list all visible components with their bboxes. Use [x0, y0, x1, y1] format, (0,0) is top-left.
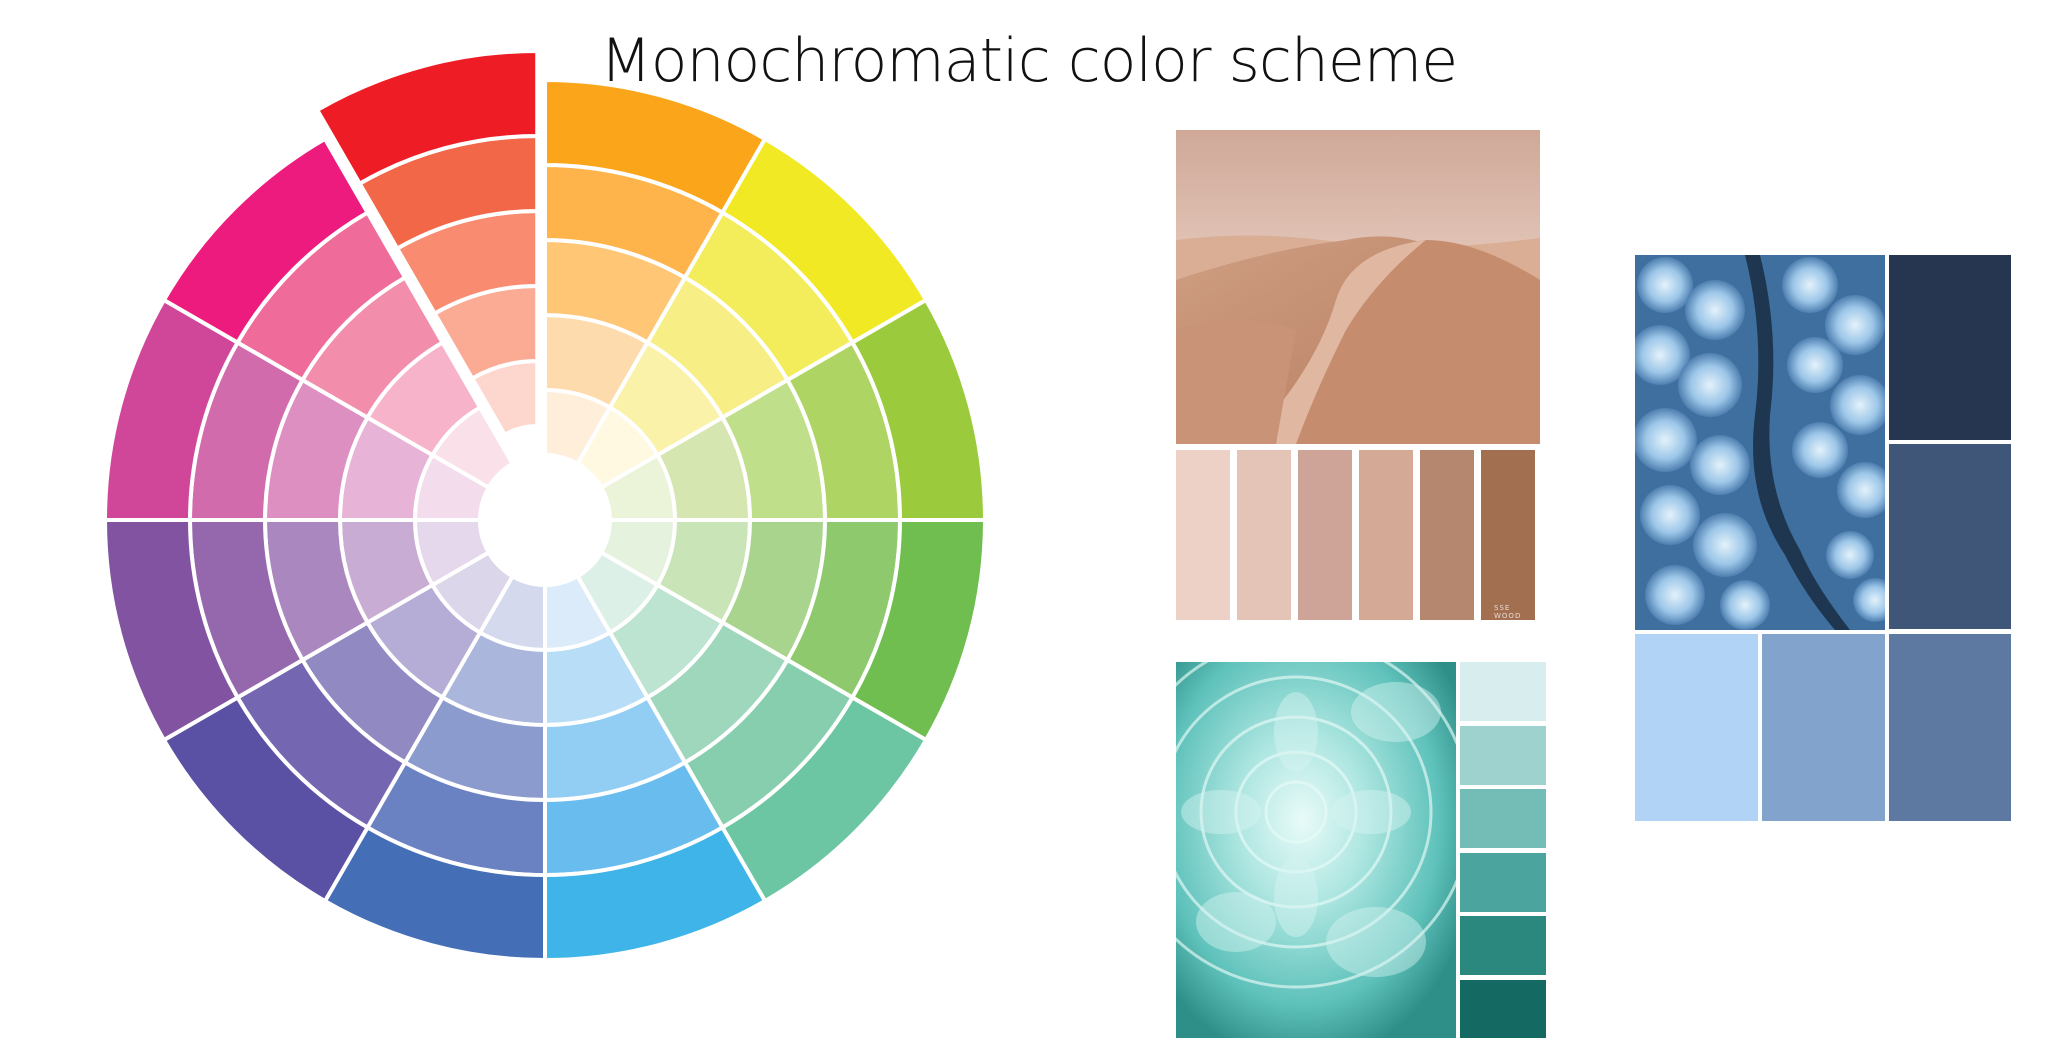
- flower-swatch-4: [1460, 852, 1546, 912]
- flower-swatch-3: [1460, 789, 1546, 848]
- forest-photo: [1635, 255, 1885, 630]
- flower-swatch-1: [1460, 662, 1546, 721]
- forest-palette: [1635, 255, 2011, 821]
- flower-photo: [1176, 662, 1456, 1038]
- desert-swatch-4: [1359, 450, 1413, 620]
- forest-swatch-right-1: [1889, 255, 2011, 440]
- desert-photo: [1176, 130, 1540, 444]
- desert-swatch-2: [1237, 450, 1291, 620]
- color-wheel: [102, 49, 988, 963]
- forest-swatch-bottom-2: [1762, 634, 1885, 821]
- desert-swatch-3: [1298, 450, 1352, 620]
- forest-swatch-right-2: [1889, 444, 2011, 629]
- flower-swatch-5: [1460, 916, 1546, 975]
- forest-swatch-bottom-1: [1635, 634, 1758, 821]
- flower-swatch-6: [1460, 979, 1546, 1038]
- wheel-center: [480, 455, 610, 585]
- flower-palette: [1176, 662, 1546, 1038]
- brand-mark: SSE WOOD: [1494, 604, 1522, 620]
- forest-swatch-bottom-3: [1889, 634, 2011, 821]
- desert-swatch-1: [1176, 450, 1230, 620]
- desert-palette: SSE WOOD: [1176, 130, 1540, 620]
- flower-swatch-2: [1460, 725, 1546, 785]
- desert-swatch-5: [1420, 450, 1474, 620]
- desert-swatch-6: [1481, 450, 1535, 620]
